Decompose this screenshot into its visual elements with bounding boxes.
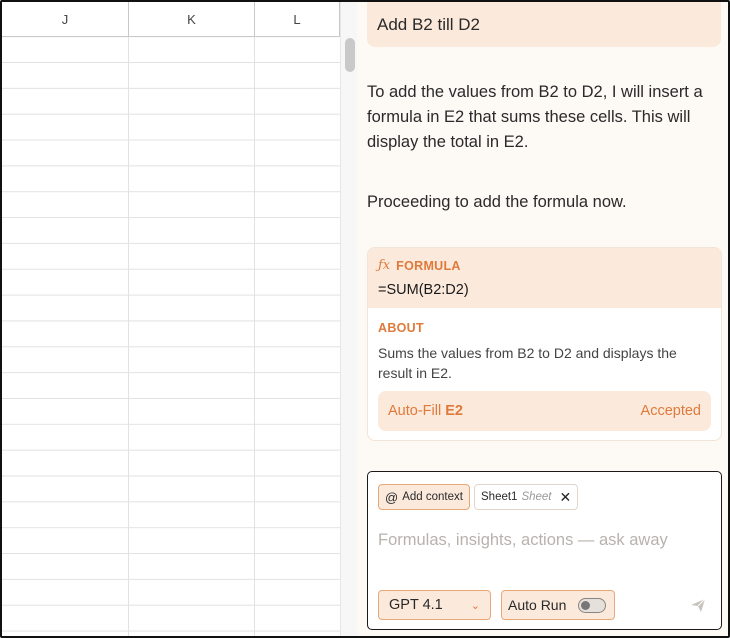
add-context-button[interactable]: @ Add context bbox=[378, 484, 470, 510]
close-icon[interactable]: ✕ bbox=[560, 489, 572, 506]
composer: @ Add context Sheet1 Sheet ✕ GPT 4.1 ⌄ A… bbox=[367, 471, 722, 630]
fx-icon: ƒx bbox=[378, 258, 391, 273]
formula-label: FORMULA bbox=[396, 258, 461, 273]
assistant-panel: Add B2 till D2 To add the values from B2… bbox=[357, 2, 728, 636]
add-context-label: Add context bbox=[402, 491, 463, 503]
formula-header: ƒx FORMULA =SUM(B2:D2) bbox=[368, 248, 721, 308]
auto-run-toggle[interactable]: Auto Run bbox=[501, 590, 615, 620]
auto-run-label: Auto Run bbox=[508, 597, 567, 613]
send-icon[interactable] bbox=[689, 596, 707, 614]
toggle-knob bbox=[581, 600, 590, 610]
vertical-scrollbar[interactable] bbox=[340, 2, 357, 636]
status-badge: Accepted bbox=[640, 403, 701, 419]
cell-grid[interactable] bbox=[2, 37, 340, 636]
model-label: GPT 4.1 bbox=[389, 597, 443, 613]
toggle-switch[interactable] bbox=[578, 597, 606, 613]
spreadsheet: J K L bbox=[2, 2, 357, 636]
user-message: Add B2 till D2 bbox=[367, 2, 721, 47]
column-header-l[interactable]: L bbox=[255, 2, 340, 37]
column-header-j[interactable]: J bbox=[2, 2, 129, 37]
autofill-prefix: Auto-Fill bbox=[388, 403, 442, 419]
at-icon: @ bbox=[385, 489, 399, 505]
chevron-down-icon: ⌄ bbox=[470, 599, 480, 612]
prompt-input[interactable] bbox=[378, 528, 708, 552]
context-chip-type: Sheet bbox=[521, 491, 552, 503]
column-header-k[interactable]: K bbox=[129, 2, 255, 37]
formula-code: =SUM(B2:D2) bbox=[378, 282, 469, 298]
assistant-message-followup: Proceeding to add the formula now. bbox=[367, 193, 627, 211]
model-select[interactable]: GPT 4.1 ⌄ bbox=[378, 590, 491, 620]
autofill-cell: E2 bbox=[445, 403, 463, 419]
context-chip-name: Sheet1 bbox=[481, 491, 518, 503]
about-label: ABOUT bbox=[378, 321, 424, 335]
formula-card: ƒx FORMULA =SUM(B2:D2) ABOUT Sums the va… bbox=[367, 247, 722, 441]
assistant-message: To add the values from B2 to D2, I will … bbox=[367, 83, 703, 151]
autofill-row[interactable]: Auto-Fill E2 Accepted bbox=[378, 391, 711, 431]
about-text: Sums the values from B2 to D2 and displa… bbox=[378, 345, 677, 381]
context-chip[interactable]: Sheet1 Sheet ✕ bbox=[474, 484, 579, 510]
autofill-label: Auto-Fill E2 bbox=[388, 403, 463, 419]
app-window: J K L Add B2 till D2 To add the values f… bbox=[0, 0, 730, 638]
scrollbar-thumb[interactable] bbox=[345, 38, 355, 72]
